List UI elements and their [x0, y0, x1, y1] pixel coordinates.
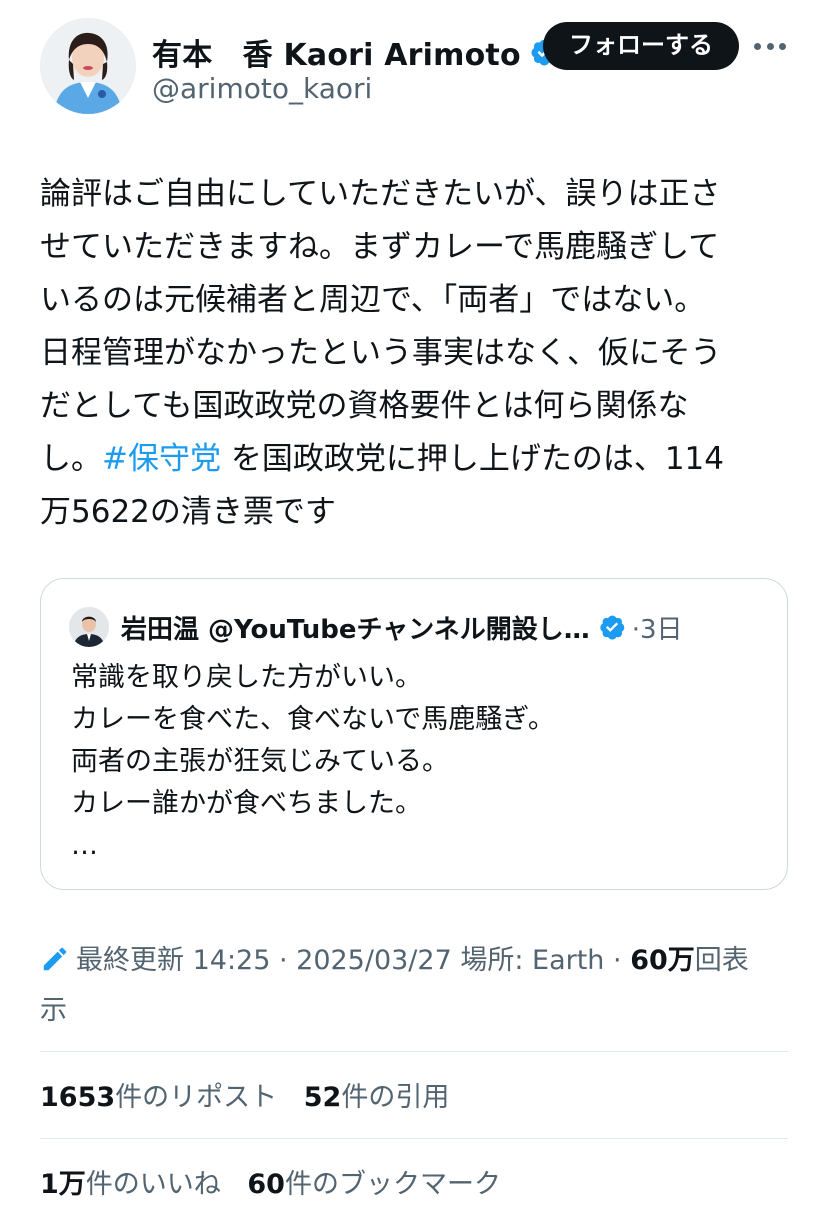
author-handle[interactable]: @arimoto_kaori [152, 72, 372, 105]
tweet-line: 日程管理がなかったという事実はなく、仮にそう [40, 335, 722, 371]
quotes-link[interactable]: 52件の引用 [304, 1082, 450, 1113]
tweet-text: 論評はご自由にしていただきたいが、誤りは正さ せていただきますね。まずカレーで馬… [40, 168, 790, 539]
edit-info[interactable]: 最終更新 14:25 · 2025/03/27 場所: Earth · [76, 945, 630, 976]
quoted-line: … [71, 830, 98, 861]
bookmarks-link[interactable]: 60件のブックマーク [247, 1169, 501, 1200]
tweet-meta: 最終更新 14:25 · 2025/03/27 場所: Earth · 60万回… [40, 945, 749, 1026]
divider [40, 1138, 788, 1139]
likes-link[interactable]: 1万件のいいね [40, 1169, 221, 1200]
tweet-line: 万5622の清き票です [40, 494, 336, 530]
quoted-timestamp[interactable]: ·3日 [632, 609, 683, 646]
view-count: 60万 [630, 945, 695, 976]
divider [40, 1051, 788, 1052]
tweet-line: し。#保守党 を国政政党に押し上げたのは、114 [40, 441, 725, 477]
quoted-line: カレーを食べた、食べないで馬鹿騒ぎ。 [71, 704, 555, 735]
quoted-line: 常識を取り戻した方がいい。 [71, 662, 422, 693]
quoted-author-avatar[interactable] [69, 607, 109, 647]
verified-badge-icon [600, 615, 624, 640]
tweet-line: せていただきますね。まずカレーで馬鹿騒ぎして [40, 229, 720, 265]
follow-button[interactable]: フォローする [543, 22, 739, 70]
quoted-tweet-text: 常識を取り戻した方がいい。 カレーを食べた、食べないで馬鹿騒ぎ。 両者の主張が狂… [71, 657, 555, 867]
more-options-icon[interactable] [750, 30, 790, 62]
author-display-name[interactable]: 有本 香 Kaori Arimoto [152, 30, 521, 74]
tweet-line: いるのは元候補者と周辺で、「両者」ではない。 [40, 282, 706, 318]
quoted-tweet-card[interactable]: 岩田温 @YouTubeチャンネル開設し… ·3日 常識を取り戻した方がいい。 … [40, 578, 788, 890]
hashtag-link[interactable]: #保守党 [102, 441, 221, 477]
tweet-header: 有本 香 Kaori Arimoto @arimoto_kaori フォローする [40, 18, 800, 118]
quoted-line: 両者の主張が狂気じみている。 [71, 746, 449, 777]
like-stats-row: 1万件のいいね 60件のブックマーク [40, 1162, 519, 1201]
edit-pencil-icon [43, 947, 67, 971]
tweet-line: だとしても国政政党の資格要件とは何ら関係な [40, 388, 689, 424]
quoted-line: カレー誰かが食べちました。 [71, 788, 422, 819]
reposts-link[interactable]: 1653件のリポスト [40, 1082, 277, 1113]
repost-stats-row: 1653件のリポスト 52件の引用 [40, 1075, 467, 1114]
tweet-line: 論評はご自由にしていただきたいが、誤りは正さ [40, 176, 721, 212]
quoted-author-name[interactable]: 岩田温 @YouTubeチャンネル開設し… [121, 609, 590, 646]
author-avatar[interactable] [40, 18, 136, 114]
